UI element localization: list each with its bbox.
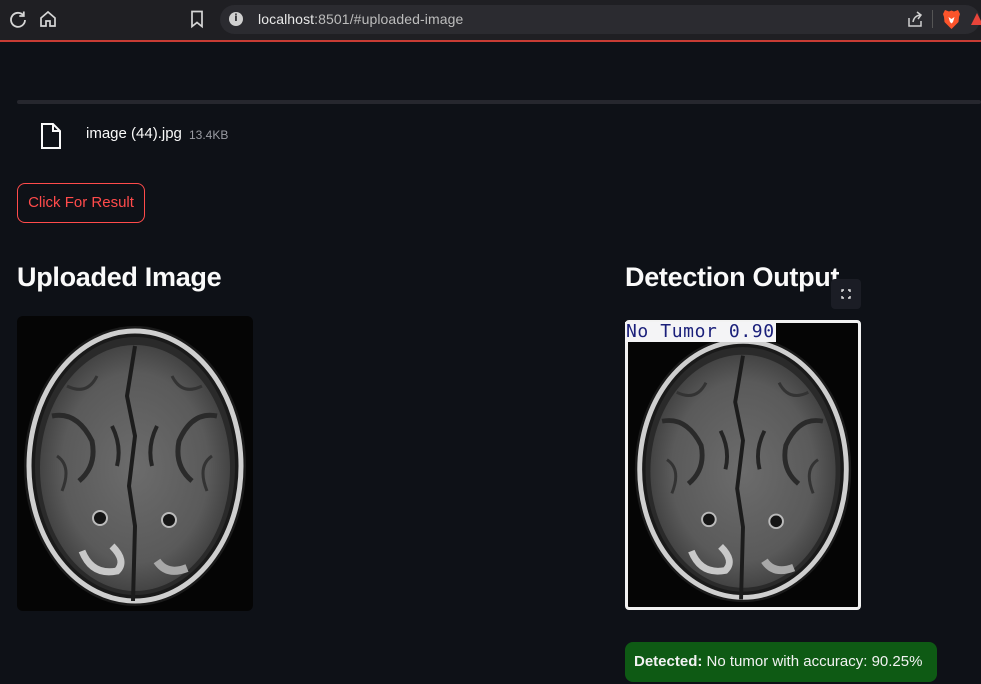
detection-output-heading: Detection Output — [625, 262, 840, 292]
detection-result-alert: Detected: No tumor with accuracy: 90.25% — [625, 642, 937, 682]
result-prefix: Detected: — [634, 653, 703, 670]
result-message: No tumor with accuracy: 90.25% — [702, 653, 923, 670]
uploader-divider — [17, 100, 981, 104]
fullscreen-icon[interactable] — [831, 279, 861, 309]
brave-icon[interactable] — [942, 8, 961, 30]
click-for-result-button[interactable]: Click For Result — [17, 183, 145, 223]
browser-toolbar: i localhost:8501/#uploaded-image — [0, 0, 981, 42]
uploaded-file-name: image (44).jpg — [86, 125, 182, 142]
detection-box-label: No Tumor 0.90 — [625, 321, 776, 342]
share-icon[interactable] — [906, 10, 924, 28]
toolbar-divider — [932, 10, 933, 28]
toolbar-accent-line — [0, 40, 981, 42]
uploaded-mri-image — [17, 316, 253, 611]
uploaded-image-heading: Uploaded Image — [17, 262, 222, 292]
address-bar[interactable]: i localhost:8501/#uploaded-image — [220, 5, 980, 34]
reload-icon[interactable] — [8, 9, 28, 29]
url-text[interactable]: localhost:8501/#uploaded-image — [258, 11, 463, 27]
file-icon — [41, 123, 61, 149]
home-icon[interactable] — [38, 9, 58, 29]
detection-output-image — [625, 320, 861, 610]
warning-icon[interactable] — [971, 10, 981, 28]
uploaded-file-size: 13.4KB — [189, 128, 229, 142]
info-icon[interactable]: i — [229, 12, 243, 26]
bookmark-icon[interactable] — [187, 9, 207, 29]
